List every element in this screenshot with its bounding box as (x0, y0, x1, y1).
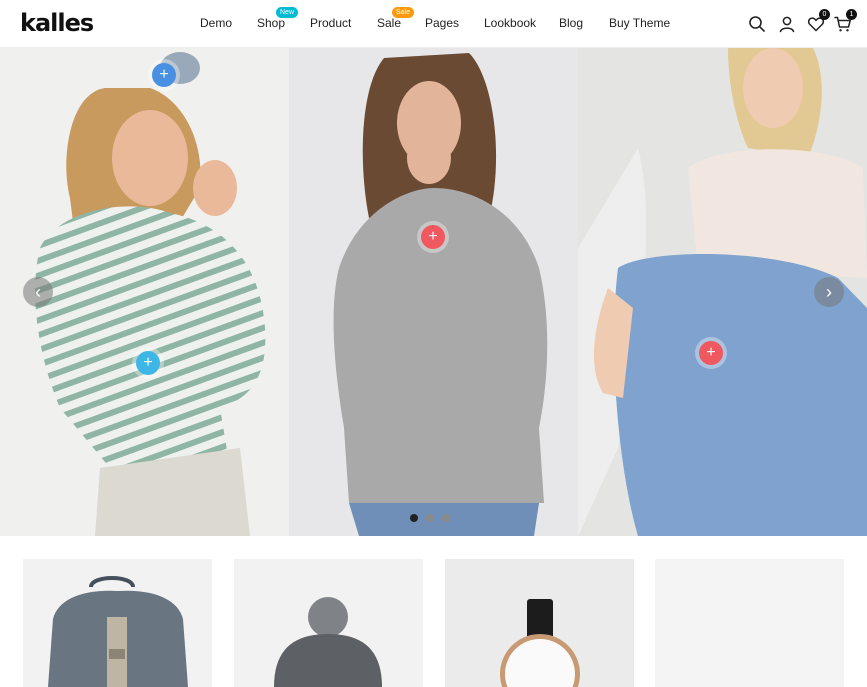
wishlist-count: 0 (819, 9, 830, 20)
new-badge: New (276, 7, 299, 18)
cart-count: 1 (846, 9, 857, 20)
watch-image (445, 559, 634, 687)
nav-item-shop[interactable]: Shop (257, 16, 285, 30)
prev-slide-button[interactable]: ‹ (23, 277, 53, 307)
product-card-bag[interactable] (23, 559, 212, 687)
next-slide-button[interactable]: › (814, 277, 844, 307)
logo[interactable]: kalles (20, 9, 94, 37)
nav-item-demo[interactable]: Demo (200, 16, 232, 30)
site-header: kalles Demo Shop New Product Sale Sale P… (0, 0, 867, 48)
beanie-image (234, 559, 423, 687)
hero-image-grey-sweatshirt (289, 48, 578, 536)
nav-item-buy-theme[interactable]: Buy Theme (609, 16, 670, 30)
slider-dot-1[interactable] (410, 514, 418, 522)
heart-icon[interactable]: 0 (804, 9, 830, 36)
user-icon[interactable] (775, 12, 799, 36)
search-icon[interactable] (745, 12, 769, 36)
bag-image (23, 559, 212, 687)
hero-slider: + + + + ‹ › (0, 48, 867, 536)
hotspot-button[interactable]: + (421, 225, 445, 249)
slider-dot-2[interactable] (426, 514, 434, 522)
slider-dot-3[interactable] (442, 514, 450, 522)
hotspot-button[interactable]: + (699, 341, 723, 365)
nav-item-blog[interactable]: Blog (559, 16, 583, 30)
nav-item-pages[interactable]: Pages (425, 16, 459, 30)
hotspot-button[interactable]: + (136, 351, 160, 375)
nav-item-sale[interactable]: Sale (377, 16, 401, 30)
cart-icon[interactable]: 1 (831, 9, 857, 36)
nav-item-lookbook[interactable]: Lookbook (484, 16, 536, 30)
header-icons: 0 1 (745, 9, 857, 36)
product-card-watch[interactable] (445, 559, 634, 687)
nav-item-product[interactable]: Product (310, 16, 351, 30)
product-card-empty[interactable] (655, 559, 844, 687)
product-card-beanie[interactable] (234, 559, 423, 687)
hotspot-button[interactable]: + (152, 63, 176, 87)
sale-badge: Sale (392, 7, 415, 18)
product-image-placeholder (655, 559, 844, 687)
